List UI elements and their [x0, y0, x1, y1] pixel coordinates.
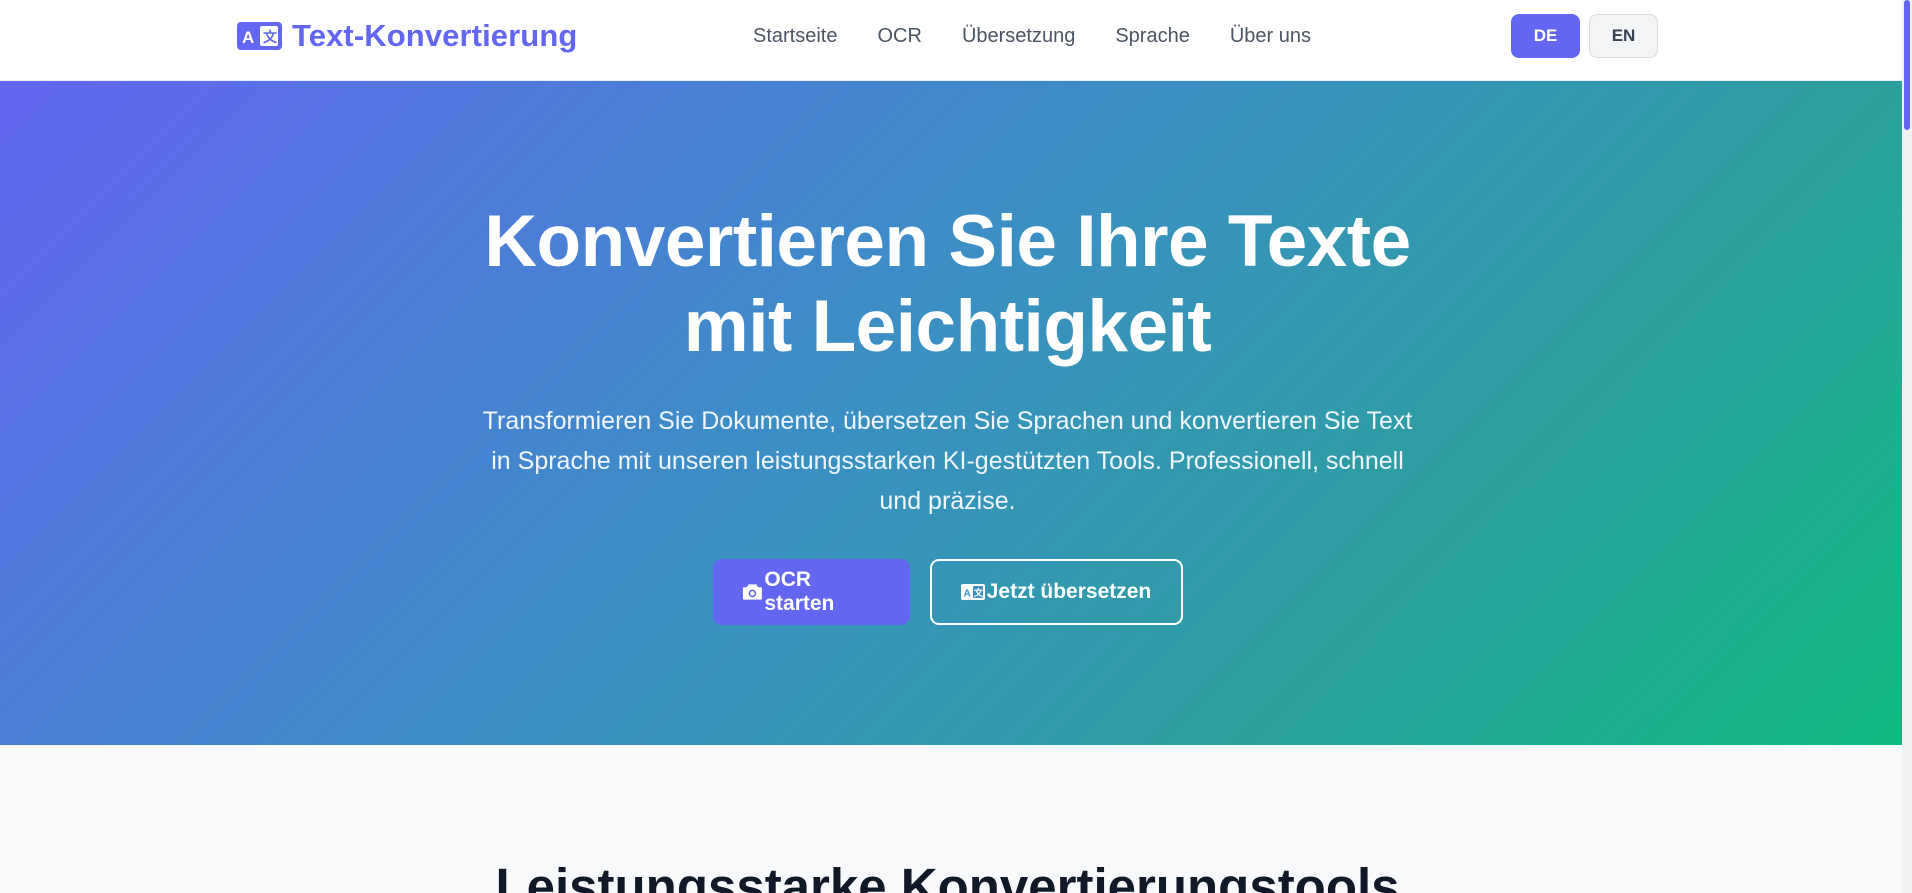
hero-subtitle: Transformieren Sie Dokumente, übersetzen… — [0, 401, 1895, 521]
translate-icon: A 文 — [237, 22, 282, 50]
translate-icon: A 文 — [960, 584, 985, 600]
main-nav: Startseite OCR Übersetzung Sprache Über … — [753, 22, 1311, 50]
features-section: Leistungsstarke Konvertierungstools — [0, 745, 1902, 893]
hero-subtitle-line: Transformieren Sie Dokumente, übersetzen… — [482, 407, 1413, 435]
hero-section: Konvertieren Sie Ihre Texte mit Leichtig… — [0, 81, 1902, 745]
start-ocr-label: OCR starten — [764, 568, 835, 615]
start-ocr-button[interactable]: OCR starten — [712, 559, 910, 625]
page-scrollbar[interactable] — [1902, 0, 1912, 893]
svg-text:文: 文 — [263, 29, 278, 46]
features-title: Leistungsstarke Konvertierungstools — [495, 858, 1400, 893]
svg-text:A: A — [963, 589, 970, 600]
scrollbar-thumb[interactable] — [1904, 0, 1910, 130]
brand-name: Text-Konvertierung — [292, 18, 578, 53]
translate-now-button[interactable]: A 文 Jetzt übersetzen — [929, 559, 1183, 625]
hero-title: Konvertieren Sie Ihre Texte mit Leichtig… — [0, 199, 1895, 369]
brand-logo[interactable]: A 文 Text-Konvertierung — [237, 18, 577, 54]
hero-subtitle-line: in Sprache mit unseren leistungsstarken … — [491, 447, 1404, 475]
translate-now-label: Jetzt übersetzen — [986, 580, 1152, 603]
nav-item-uebersetzung[interactable]: Übersetzung — [962, 25, 1075, 48]
language-button-de[interactable]: DE — [1511, 14, 1580, 58]
hero-title-line: mit Leichtigkeit — [683, 286, 1212, 367]
hero-title-line: Konvertieren Sie Ihre Texte — [484, 201, 1411, 282]
nav-item-sprache[interactable]: Sprache — [1115, 25, 1190, 48]
svg-text:A: A — [242, 28, 254, 47]
nav-item-startseite[interactable]: Startseite — [753, 25, 837, 48]
svg-text:文: 文 — [973, 587, 984, 599]
hero-actions: OCR starten A 文 Jetzt übersetzen — [0, 559, 1895, 625]
nav-item-ueber-uns[interactable]: Über uns — [1230, 25, 1311, 48]
site-header: A 文 Text-Konvertierung Startseite OCR Üb… — [0, 0, 1902, 81]
hero-subtitle-line: und präzise. — [879, 487, 1016, 515]
camera-icon — [742, 584, 762, 600]
language-button-en[interactable]: EN — [1589, 14, 1658, 58]
language-switcher: DE EN — [1511, 14, 1658, 58]
nav-item-ocr[interactable]: OCR — [877, 25, 921, 48]
